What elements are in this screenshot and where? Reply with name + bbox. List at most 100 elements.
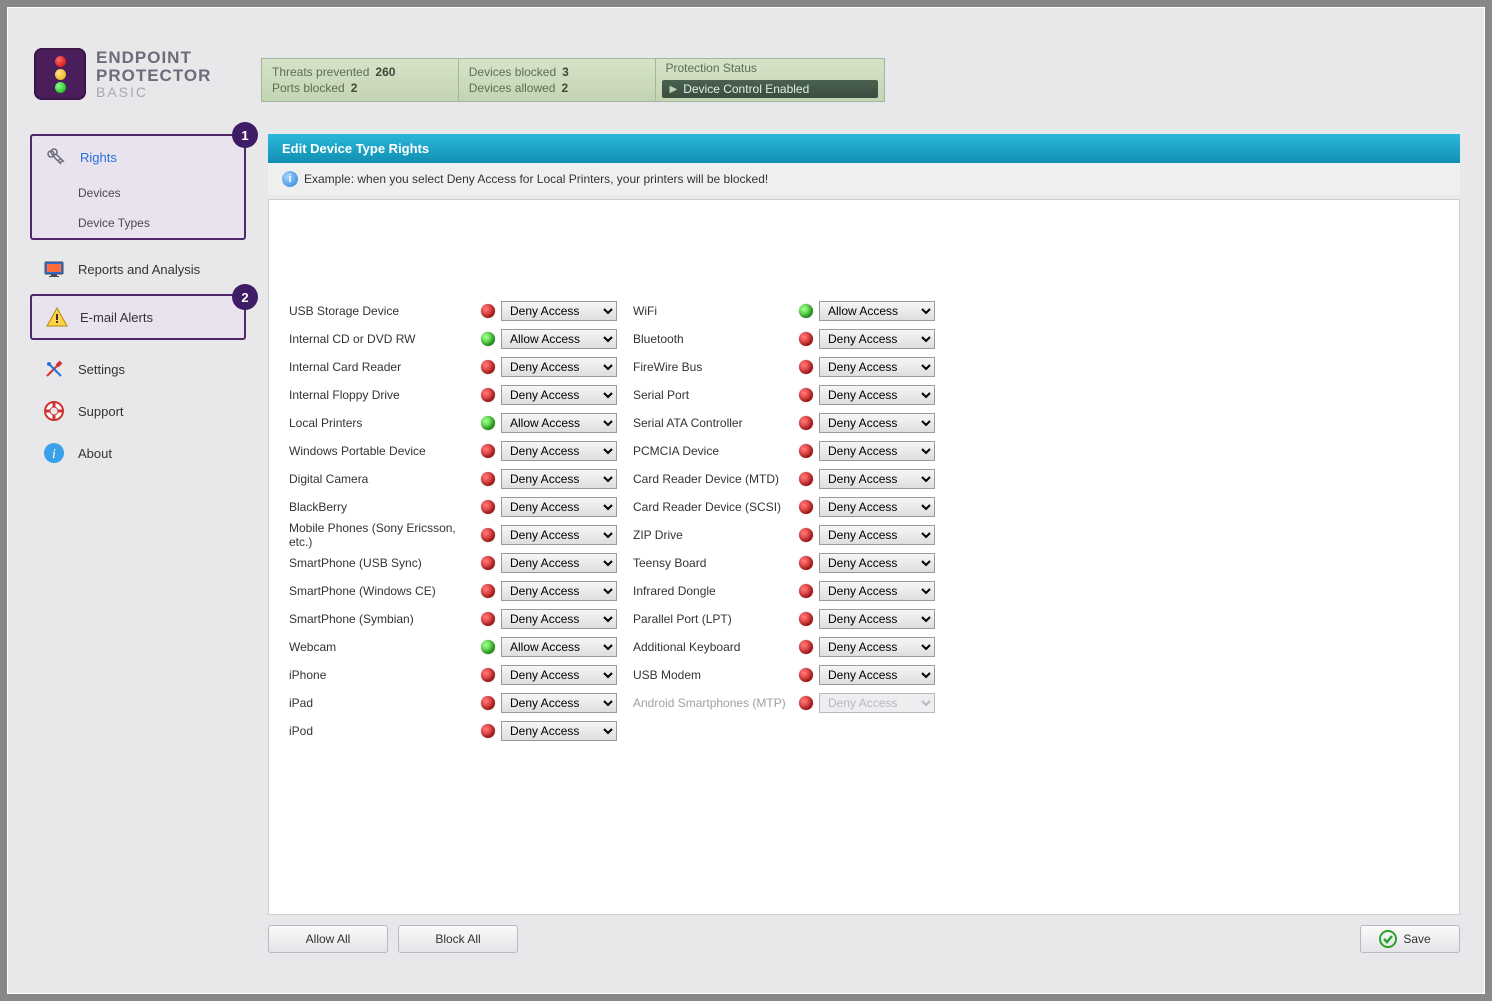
allow-dot-icon: [481, 416, 495, 430]
deny-dot-icon: [481, 724, 495, 738]
access-select[interactable]: Allow AccessDeny Access: [501, 581, 617, 601]
nav-group-alerts: E-mail Alerts: [30, 294, 246, 340]
allow-all-button[interactable]: Allow All: [268, 925, 388, 953]
access-select[interactable]: Allow AccessDeny Access: [501, 525, 617, 545]
device-row: Mobile Phones (Sony Ericsson, etc.)Allow…: [289, 524, 617, 546]
nav-settings[interactable]: Settings: [30, 348, 246, 390]
access-select[interactable]: Allow AccessDeny Access: [819, 497, 935, 517]
device-label: iPod: [289, 724, 475, 738]
device-label: PCMCIA Device: [633, 444, 793, 458]
sidebar: Rights Devices Device Types Reports and …: [30, 134, 246, 474]
access-select[interactable]: Allow AccessDeny Access: [819, 385, 935, 405]
access-select[interactable]: Allow AccessDeny Access: [501, 357, 617, 377]
device-row: WebcamAllow AccessDeny Access: [289, 636, 617, 658]
access-select[interactable]: Allow AccessDeny Access: [501, 665, 617, 685]
deny-dot-icon: [481, 444, 495, 458]
device-label: WiFi: [633, 304, 793, 318]
device-label: ZIP Drive: [633, 528, 793, 542]
access-select[interactable]: Allow AccessDeny Access: [819, 609, 935, 629]
access-select[interactable]: Allow AccessDeny Access: [501, 609, 617, 629]
warning-icon: [44, 306, 70, 328]
panel-info: i Example: when you select Deny Access f…: [268, 163, 1460, 195]
device-row: SmartPhone (Symbian)Allow AccessDeny Acc…: [289, 608, 617, 630]
device-column-right: WiFiAllow AccessDeny AccessBluetoothAllo…: [633, 300, 935, 714]
access-select[interactable]: Allow AccessDeny Access: [501, 413, 617, 433]
status-threats-ports: Threats prevented 260 Ports blocked 2: [262, 59, 459, 101]
access-select[interactable]: Allow AccessDeny Access: [819, 441, 935, 461]
ports-label: Ports blocked: [272, 81, 345, 95]
deny-dot-icon: [799, 472, 813, 486]
status-protection: Protection Status ▶ Device Control Enabl…: [656, 59, 884, 101]
access-select[interactable]: Allow AccessDeny Access: [819, 637, 935, 657]
device-row: Internal CD or DVD RW Allow AccessDeny Ac…: [289, 328, 617, 350]
device-row: Additional KeyboardAllow AccessDeny Acce…: [633, 636, 935, 658]
access-select[interactable]: Allow AccessDeny Access: [819, 581, 935, 601]
deny-dot-icon: [799, 388, 813, 402]
deny-dot-icon: [481, 696, 495, 710]
nav-device-types[interactable]: Device Types: [32, 208, 244, 238]
panel-body: USB Storage DeviceAllow AccessDeny Acces…: [268, 199, 1460, 915]
panel-title: Edit Device Type Rights: [268, 134, 1460, 163]
nav-group-rights: Rights Devices Device Types: [30, 134, 246, 240]
nav-devices-label: Devices: [78, 186, 121, 200]
device-row: ZIP Drive Allow AccessDeny Access: [633, 524, 935, 546]
access-select[interactable]: Allow AccessDeny Access: [819, 469, 935, 489]
access-select[interactable]: Allow AccessDeny Access: [819, 301, 935, 321]
access-select[interactable]: Allow AccessDeny Access: [819, 665, 935, 685]
access-select[interactable]: Allow AccessDeny Access: [501, 497, 617, 517]
device-column-left: USB Storage DeviceAllow AccessDeny Acces…: [289, 300, 617, 742]
allow-dot-icon: [799, 304, 813, 318]
deny-dot-icon: [799, 444, 813, 458]
device-row: Serial Port Allow AccessDeny Access: [633, 384, 935, 406]
access-select[interactable]: Allow AccessDeny Access: [501, 301, 617, 321]
nav-devices[interactable]: Devices: [32, 178, 244, 208]
brand-line-3: BASIC: [96, 85, 211, 100]
nav-rights[interactable]: Rights: [32, 136, 244, 178]
device-label: Parallel Port (LPT): [633, 612, 793, 626]
nav-reports[interactable]: Reports and Analysis: [30, 248, 246, 290]
access-select[interactable]: Allow AccessDeny Access: [819, 329, 935, 349]
device-row: Serial ATA Controller Allow AccessDeny Ac…: [633, 412, 935, 434]
access-select[interactable]: Allow AccessDeny Access: [819, 553, 935, 573]
block-all-button[interactable]: Block All: [398, 925, 518, 953]
device-row: Card Reader Device (MTD)Allow AccessDeny…: [633, 468, 935, 490]
device-row: iPod Allow AccessDeny Access: [289, 720, 617, 742]
device-row: PCMCIA Device Allow AccessDeny Access: [633, 440, 935, 462]
device-label: Internal CD or DVD RW: [289, 332, 475, 346]
deny-dot-icon: [799, 332, 813, 346]
deny-dot-icon: [481, 668, 495, 682]
access-select[interactable]: Allow AccessDeny Access: [501, 637, 617, 657]
access-select[interactable]: Allow AccessDeny Access: [819, 525, 935, 545]
access-select[interactable]: Allow AccessDeny Access: [501, 329, 617, 349]
access-select[interactable]: Allow AccessDeny Access: [501, 441, 617, 461]
device-row: Teensy Board Allow AccessDeny Access: [633, 552, 935, 574]
access-select[interactable]: Allow AccessDeny Access: [501, 693, 617, 713]
blocked-label: Devices blocked: [469, 65, 556, 79]
callout-2: 2: [232, 284, 258, 310]
nav-about[interactable]: i About: [30, 432, 246, 474]
save-button[interactable]: Save: [1360, 925, 1460, 953]
access-select[interactable]: Allow AccessDeny Access: [501, 385, 617, 405]
access-select[interactable]: Allow AccessDeny Access: [819, 357, 935, 377]
device-label: Serial ATA Controller: [633, 416, 793, 430]
nav-support[interactable]: Support: [30, 390, 246, 432]
access-select[interactable]: Allow AccessDeny Access: [819, 413, 935, 433]
deny-dot-icon: [799, 640, 813, 654]
nav-alerts[interactable]: E-mail Alerts: [32, 296, 244, 338]
nav-rights-label: Rights: [80, 150, 117, 165]
keys-icon: [44, 146, 70, 168]
access-select[interactable]: Allow AccessDeny Access: [501, 469, 617, 489]
app-frame: ENDPOINT PROTECTOR BASIC Threats prevent…: [0, 0, 1492, 1001]
deny-dot-icon: [481, 556, 495, 570]
device-label: SmartPhone (USB Sync): [289, 556, 475, 570]
device-label: Serial Port: [633, 388, 793, 402]
access-select[interactable]: Allow AccessDeny Access: [501, 553, 617, 573]
device-row: SmartPhone (Windows CE)Allow AccessDeny …: [289, 580, 617, 602]
device-label: Android Smartphones (MTP): [633, 696, 793, 710]
ports-value: 2: [351, 81, 358, 95]
protection-value: Device Control Enabled: [683, 82, 809, 96]
deny-dot-icon: [799, 668, 813, 682]
device-label: Teensy Board: [633, 556, 793, 570]
protection-status[interactable]: ▶ Device Control Enabled: [662, 80, 878, 98]
access-select[interactable]: Allow AccessDeny Access: [501, 721, 617, 741]
